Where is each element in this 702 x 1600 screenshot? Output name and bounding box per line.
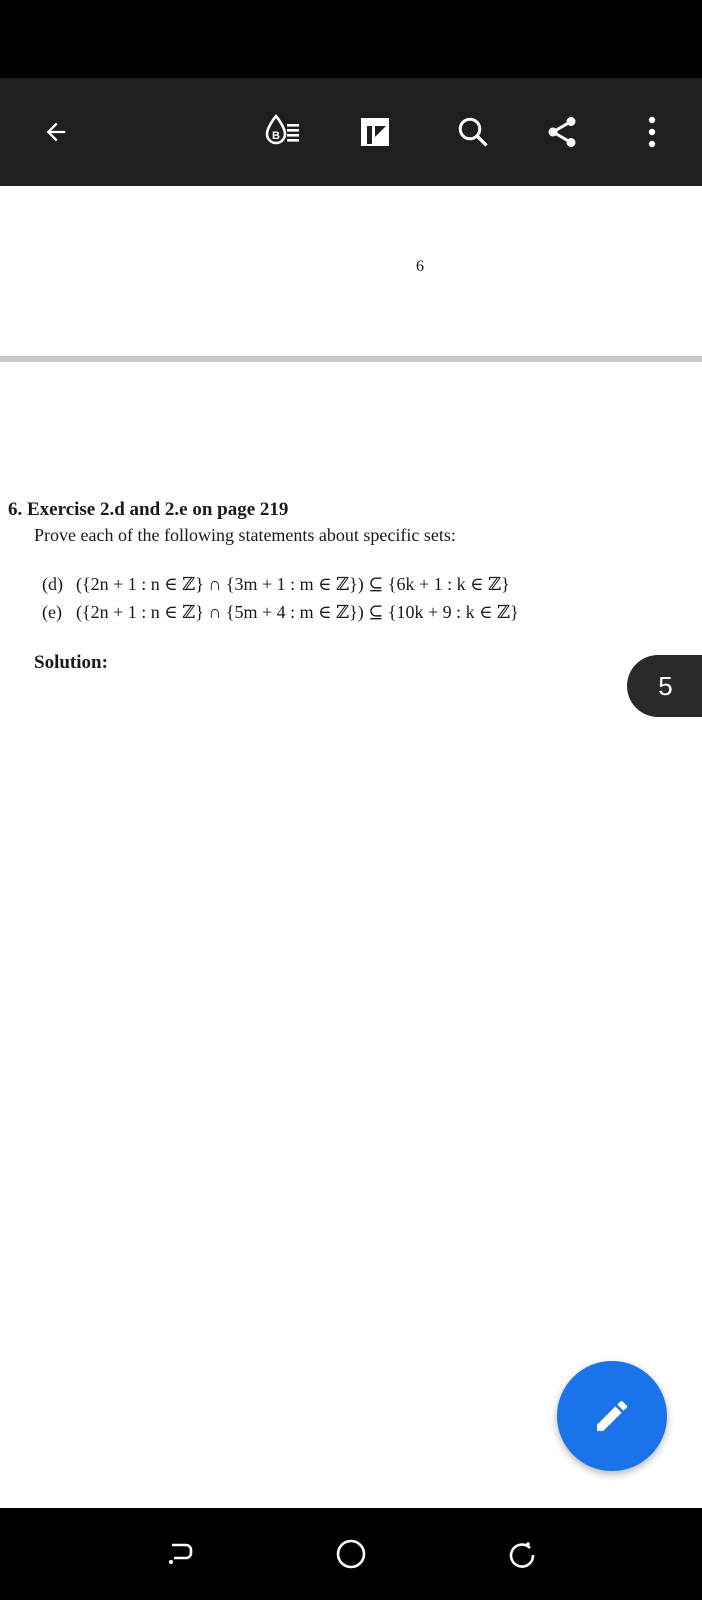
annotation-button[interactable] [347,78,403,186]
document-page: 6. Exercise 2.d and 2.e on page 219 Prov… [0,362,702,1508]
annotation-icon [361,118,389,146]
more-options-button[interactable] [632,78,672,186]
nav-recents-button[interactable] [482,1508,562,1600]
statement-e: (e) ({2n + 1 : n ∈ ℤ} ∩ {5m + 4 : m ∈ ℤ})… [42,602,519,623]
statement-d: (d) ({2n + 1 : n ∈ ℤ} ∩ {3m + 1 : m ∈ ℤ})… [42,574,510,595]
status-bar [0,0,702,78]
statement-text: ({2n + 1 : n ∈ ℤ} ∩ {3m + 1 : m ∈ ℤ}) ⊆ … [76,574,510,594]
previous-page-bottom [0,186,702,356]
share-button[interactable] [534,78,590,186]
back-button[interactable] [28,78,84,186]
reading-mode-button[interactable]: B [255,78,311,186]
nav-back-button[interactable] [141,1508,221,1600]
nav-back-icon [169,1543,193,1564]
nav-recents-icon [509,1542,535,1568]
nav-home-icon [336,1539,366,1569]
navigation-bar [0,1508,702,1600]
top-toolbar: B [0,78,702,186]
solution-label: Solution: [34,652,108,673]
search-icon [458,117,488,147]
statement-tag: (e) [42,602,62,622]
page-number-indicator[interactable]: 5 [627,655,702,717]
statement-text: ({2n + 1 : n ∈ ℤ} ∩ {5m + 4 : m ∈ ℤ}) ⊆ … [76,602,519,622]
nav-home-button[interactable] [311,1508,391,1600]
share-icon [548,117,576,147]
svg-text:B: B [272,130,280,142]
reading-mode-icon: B [265,113,299,145]
arrow-back-icon [46,122,66,142]
search-button[interactable] [445,78,501,186]
edit-button[interactable] [557,1361,667,1471]
exercise-intro: Prove each of the following statements a… [34,525,456,545]
more-vertical-icon [648,116,656,148]
statement-tag: (d) [42,574,63,594]
page-footer-number: 6 [416,258,424,275]
exercise-heading: 6. Exercise 2.d and 2.e on page 219 [8,499,289,520]
edit-pencil-icon [597,1400,628,1431]
